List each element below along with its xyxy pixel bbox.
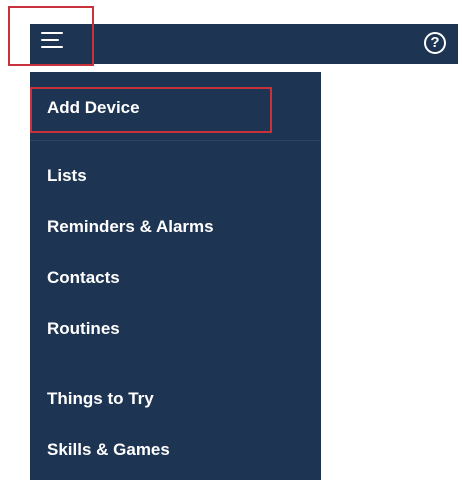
menu-item-lists[interactable]: Lists bbox=[47, 166, 87, 186]
menu-item-reminders-alarms[interactable]: Reminders & Alarms bbox=[47, 217, 214, 237]
help-icon[interactable]: ? bbox=[424, 32, 446, 54]
menu-item-contacts[interactable]: Contacts bbox=[47, 268, 120, 288]
navigation-drawer: Add Device Lists Reminders & Alarms Cont… bbox=[30, 72, 321, 480]
menu-divider bbox=[30, 140, 321, 141]
app-screen: ? Add Device Lists Reminders & Alarms Co… bbox=[0, 0, 462, 484]
menu-item-routines[interactable]: Routines bbox=[47, 319, 120, 339]
menu-item-add-device[interactable]: Add Device bbox=[47, 98, 140, 118]
top-bar: ? bbox=[30, 24, 458, 64]
menu-item-things-to-try[interactable]: Things to Try bbox=[47, 389, 154, 409]
hamburger-menu-icon[interactable] bbox=[41, 32, 67, 52]
menu-item-skills-games[interactable]: Skills & Games bbox=[47, 440, 170, 460]
